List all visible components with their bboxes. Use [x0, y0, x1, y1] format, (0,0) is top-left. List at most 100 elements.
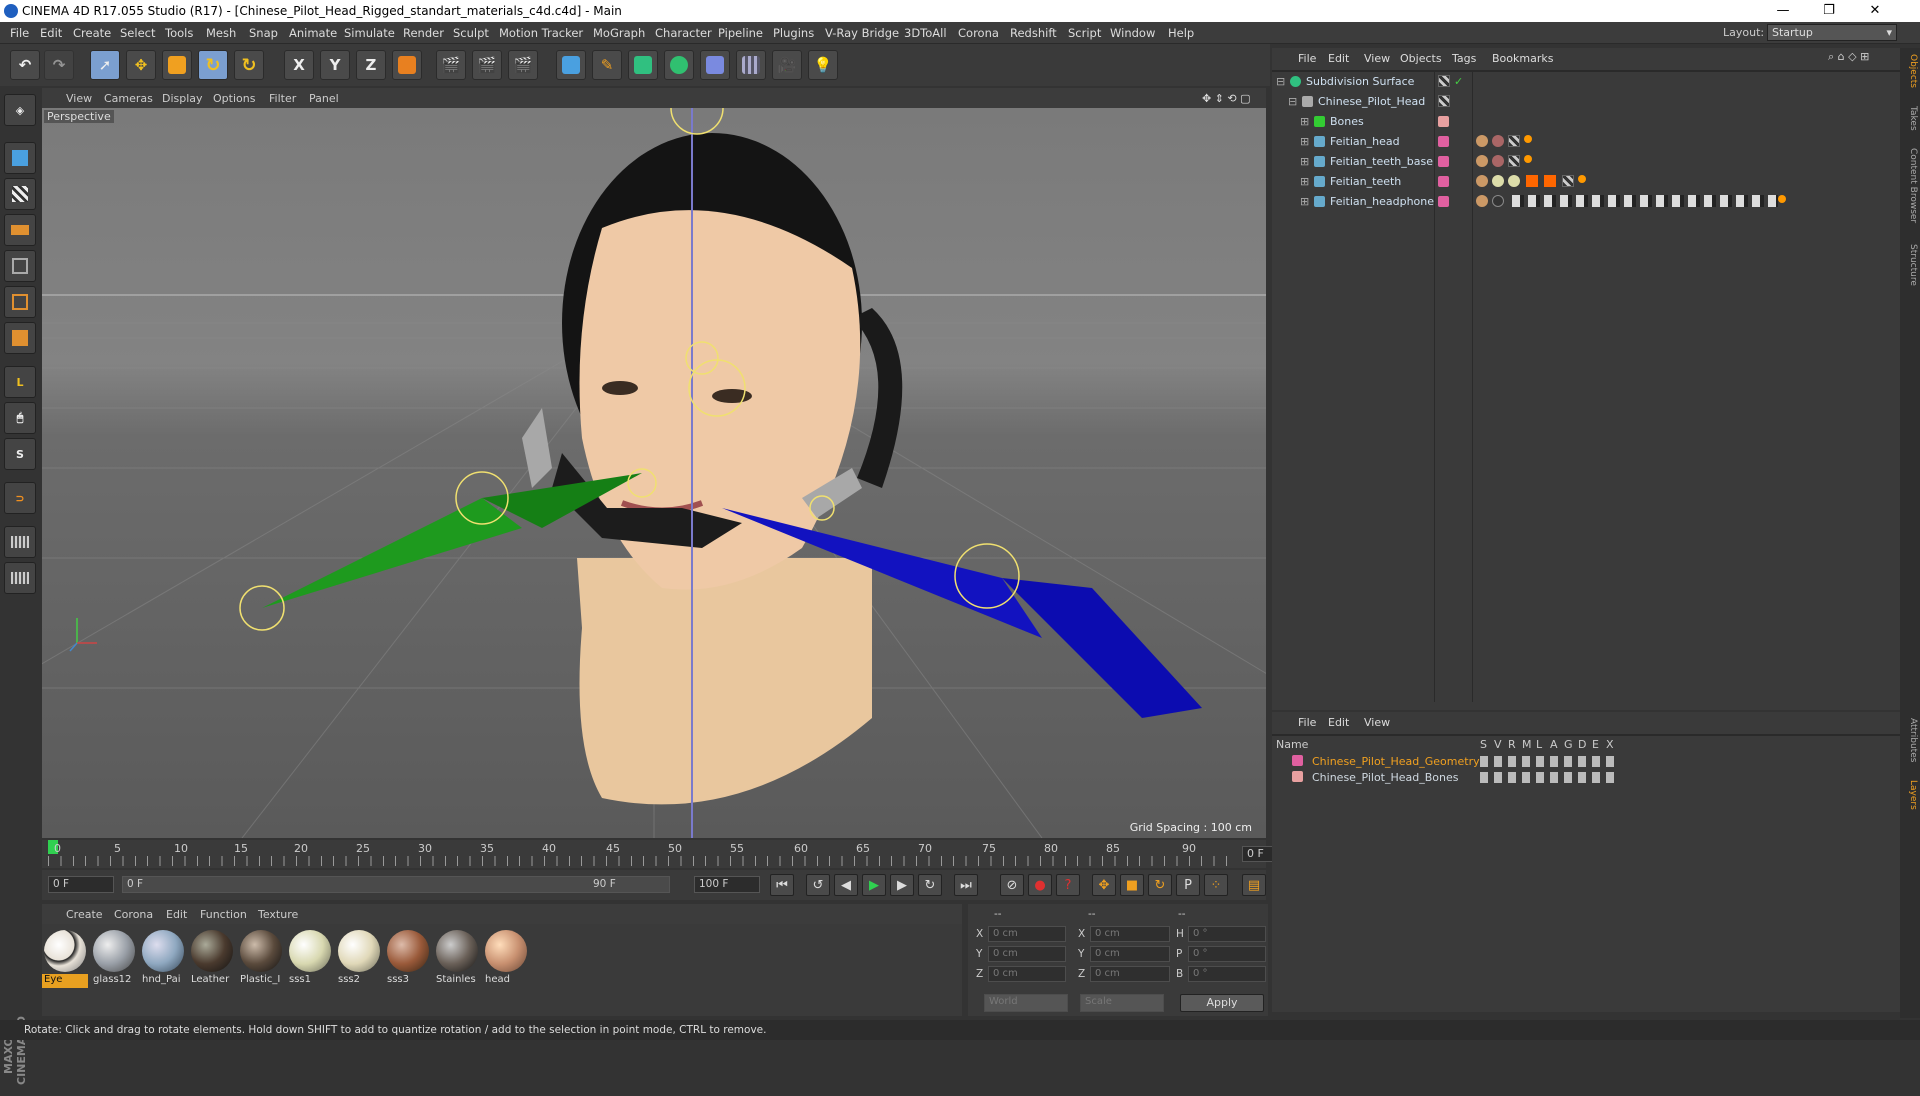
layer-flag-l[interactable]: L: [1536, 738, 1542, 751]
om-menu-edit[interactable]: Edit: [1328, 52, 1349, 65]
skin-tag-icon[interactable]: [1778, 195, 1786, 203]
material-swatch[interactable]: Plastic_I: [238, 928, 284, 988]
snap-button[interactable]: S: [4, 438, 36, 470]
expand-icon[interactable]: ⊞: [1300, 175, 1309, 188]
viewport-nav-icons[interactable]: ✥ ⇕ ⟲ ▢: [1202, 92, 1251, 105]
menu-animate[interactable]: Animate: [289, 26, 337, 40]
object-row-bones[interactable]: ⊞ Bones: [1272, 112, 1900, 132]
model-mode-button[interactable]: [4, 142, 36, 174]
rotation-b-field[interactable]: 0 °: [1188, 966, 1266, 982]
play-button[interactable]: ▶: [862, 874, 886, 896]
material-tag-icon[interactable]: [1492, 155, 1504, 167]
material-swatch[interactable]: hnd_Pai: [140, 928, 186, 988]
material-tag-icon[interactable]: [1492, 195, 1504, 207]
tab-structure[interactable]: Structure: [1902, 244, 1918, 286]
layer-flag-a[interactable]: A: [1550, 738, 1558, 751]
x-axis-button[interactable]: X: [284, 50, 314, 80]
position-y-field[interactable]: 0 cm: [988, 946, 1066, 962]
menu-redshift[interactable]: Redshift: [1010, 26, 1057, 40]
material-swatch[interactable]: Stainles: [434, 928, 480, 988]
keyframe-scale-button[interactable]: ■: [1120, 874, 1144, 896]
object-row-feitian-teeth[interactable]: ⊞ Feitian_teeth: [1272, 172, 1900, 192]
timeline-window-button[interactable]: ▤: [1242, 874, 1266, 896]
texture-mode-button[interactable]: [4, 178, 36, 210]
size-mode-dropdown[interactable]: Scale: [1080, 994, 1164, 1012]
light-button[interactable]: 💡: [808, 50, 838, 80]
expand-icon[interactable]: ⊟: [1288, 95, 1297, 108]
cloner-button[interactable]: [664, 50, 694, 80]
layer-flag-e[interactable]: E: [1592, 738, 1599, 751]
material-swatch[interactable]: sss2: [336, 928, 382, 988]
texture-tag-icon[interactable]: [1508, 135, 1520, 147]
coordinate-system-button[interactable]: [392, 50, 422, 80]
next-key-button[interactable]: ↻: [918, 874, 942, 896]
object-row-feitian-head[interactable]: ⊞ Feitian_head: [1272, 132, 1900, 152]
tab-takes[interactable]: Takes: [1902, 106, 1918, 131]
deformer-button[interactable]: [700, 50, 730, 80]
rotate-button[interactable]: ↻: [198, 50, 228, 80]
camera-button[interactable]: 🎥: [772, 50, 802, 80]
lm-menu-view[interactable]: View: [1364, 716, 1390, 729]
material-swatch[interactable]: Leather: [189, 928, 235, 988]
layer-flag-m[interactable]: M: [1522, 738, 1532, 751]
viewport-menu-display[interactable]: Display: [162, 92, 203, 105]
tab-objects[interactable]: Objects: [1902, 54, 1918, 88]
om-menu-view[interactable]: View: [1364, 52, 1390, 65]
position-z-field[interactable]: 0 cm: [988, 966, 1066, 982]
om-menu-file[interactable]: File: [1298, 52, 1316, 65]
viewport-menu-panel[interactable]: Panel: [309, 92, 339, 105]
keyframe-position-button[interactable]: ✥: [1092, 874, 1116, 896]
weight-tag-icon[interactable]: [1476, 155, 1488, 167]
previous-key-button[interactable]: ↺: [806, 874, 830, 896]
menu-vray-bridge[interactable]: V-Ray Bridge: [825, 26, 899, 40]
floor-button[interactable]: [736, 50, 766, 80]
rotation-p-field[interactable]: 0 °: [1188, 946, 1266, 962]
material-menu-texture[interactable]: Texture: [258, 908, 298, 921]
menu-help[interactable]: Help: [1168, 26, 1194, 40]
menu-file[interactable]: File: [10, 26, 29, 40]
object-row-feitian-teeth-base[interactable]: ⊞ Feitian_teeth_base: [1272, 152, 1900, 172]
z-axis-button[interactable]: Z: [356, 50, 386, 80]
om-menu-tags[interactable]: Tags: [1452, 52, 1476, 65]
material-tag-icon[interactable]: [1492, 175, 1504, 187]
menu-mograph[interactable]: MoGraph: [593, 26, 645, 40]
previous-frame-button[interactable]: ◀: [834, 874, 858, 896]
menu-sculpt[interactable]: Sculpt: [453, 26, 489, 40]
menu-render[interactable]: Render: [403, 26, 444, 40]
pen-spline-button[interactable]: ✎: [592, 50, 622, 80]
scale-button[interactable]: [162, 50, 192, 80]
expand-icon[interactable]: ⊞: [1300, 195, 1309, 208]
material-tag-icon[interactable]: [1508, 175, 1520, 187]
size-y-field[interactable]: 0 cm: [1090, 946, 1170, 962]
material-menu-corona[interactable]: Corona: [114, 908, 153, 921]
enabled-check-icon[interactable]: ✓: [1454, 75, 1463, 88]
live-selection-button[interactable]: ➚: [90, 50, 120, 80]
viewport-menu-cameras[interactable]: Cameras: [104, 92, 153, 105]
maximize-button[interactable]: ❐: [1806, 0, 1852, 22]
material-swatch[interactable]: glass12: [91, 928, 137, 988]
layout-dropdown[interactable]: Startup ▾: [1767, 24, 1897, 41]
keyframe-rotation-button[interactable]: ↻: [1148, 874, 1172, 896]
layer-flag-g[interactable]: G: [1564, 738, 1573, 751]
autokey-button[interactable]: ?: [1056, 874, 1080, 896]
layer-flag-r[interactable]: R: [1508, 738, 1516, 751]
expand-icon[interactable]: ⊟: [1276, 75, 1285, 88]
tab-content-browser[interactable]: Content Browser: [1902, 148, 1918, 223]
lm-menu-file[interactable]: File: [1298, 716, 1316, 729]
menu-snap[interactable]: Snap: [249, 26, 278, 40]
warning-tag-icon[interactable]: [1526, 175, 1538, 187]
skin-tag-icon[interactable]: [1524, 155, 1532, 163]
texture-tag-icon[interactable]: [1508, 155, 1520, 167]
record-keys-button[interactable]: ⊘: [1000, 874, 1024, 896]
material-menu-edit[interactable]: Edit: [166, 908, 187, 921]
subdivision-surface-button[interactable]: [628, 50, 658, 80]
object-row-subdivision-surface[interactable]: ⊟ Subdivision Surface ✓: [1272, 72, 1900, 92]
next-frame-button[interactable]: ▶: [890, 874, 914, 896]
menu-motion-tracker[interactable]: Motion Tracker: [499, 26, 583, 40]
recent-tool-button[interactable]: ↻: [234, 50, 264, 80]
keyframe-param-button[interactable]: P: [1176, 874, 1200, 896]
menu-corona[interactable]: Corona: [958, 26, 999, 40]
material-menu-function[interactable]: Function: [200, 908, 247, 921]
expand-icon[interactable]: ⊞: [1300, 115, 1309, 128]
render-view-button[interactable]: 🎬: [436, 50, 466, 80]
